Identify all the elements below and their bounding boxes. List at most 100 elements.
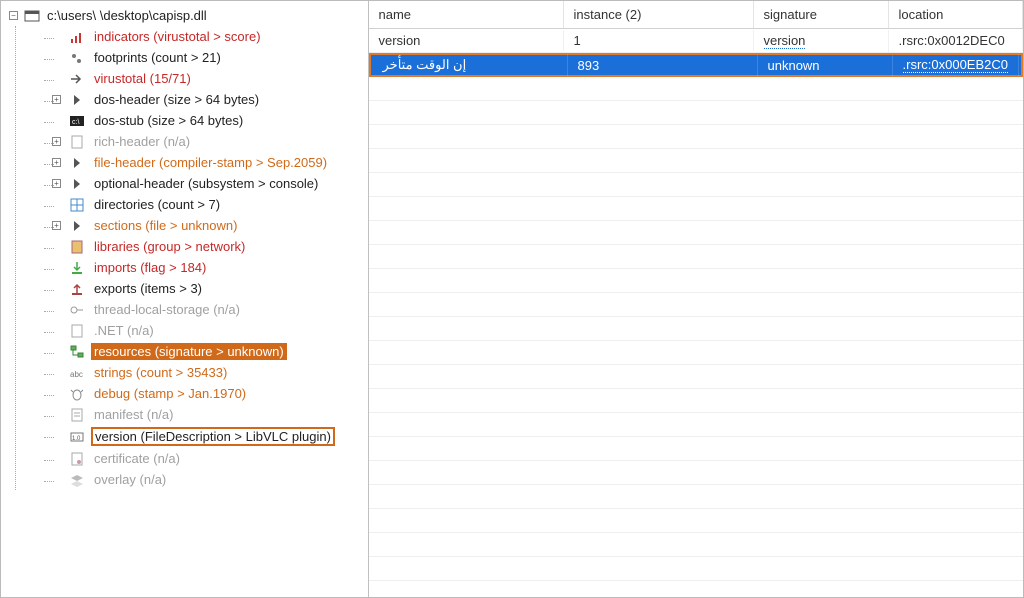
abc-icon: abc <box>69 365 85 381</box>
tree-item-exports[interactable]: exports (items > 3) <box>52 280 366 297</box>
tree-item-label: debug (stamp > Jan.1970) <box>91 385 249 402</box>
book-icon <box>69 239 85 255</box>
leaf-marker <box>52 200 61 209</box>
app-window: − c:\users\ \desktop\capisp.dll indicato… <box>0 0 1024 598</box>
tree-item-directories[interactable]: directories (count > 7) <box>52 196 366 213</box>
expand-icon[interactable]: + <box>52 95 61 104</box>
grid-icon <box>69 197 85 213</box>
tree-item-resources[interactable]: resources (signature > unknown) <box>52 343 366 360</box>
cell-location: .rsrc:0x000EB2C0 <box>893 54 1020 76</box>
table-empty-area <box>369 77 1024 597</box>
tree-item-label: dos-header (size > 64 bytes) <box>91 91 262 108</box>
table-pane: name instance (2) signature location ver… <box>369 1 1024 597</box>
expand-icon[interactable]: + <box>52 221 61 230</box>
tree-item-label: certificate (n/a) <box>91 450 183 467</box>
expand-icon[interactable]: + <box>52 137 61 146</box>
arrow-icon <box>69 71 85 87</box>
leaf-marker <box>52 53 61 62</box>
cell-location: .rsrc:0x0012DEC0 <box>889 30 1024 51</box>
tree-item-dotnet[interactable]: .NET (n/a) <box>52 322 366 339</box>
tree-item-debug[interactable]: debug (stamp > Jan.1970) <box>52 385 366 402</box>
svg-text:abc: abc <box>70 370 83 379</box>
tree-pane: − c:\users\ \desktop\capisp.dll indicato… <box>1 1 369 597</box>
expand-icon[interactable]: + <box>52 179 61 188</box>
cell-instance: 1 <box>564 30 754 51</box>
leaf-marker <box>52 389 61 398</box>
tree-item-label: virustotal (15/71) <box>91 70 194 87</box>
terminal-icon: c:\ <box>69 113 85 129</box>
tree-item-label: version (FileDescription > LibVLC plugin… <box>91 427 335 446</box>
tree-item-label: .NET (n/a) <box>91 322 157 339</box>
column-header-location[interactable]: location <box>889 1 1024 28</box>
tree-item-label: manifest (n/a) <box>91 406 176 423</box>
tree-item-virustotal[interactable]: virustotal (15/71) <box>52 70 366 87</box>
tree-item-libraries[interactable]: libraries (group > network) <box>52 238 366 255</box>
tree-item-label: file-header (compiler-stamp > Sep.2059) <box>91 154 330 171</box>
tree-item-tls[interactable]: thread-local-storage (n/a) <box>52 301 366 318</box>
tree-item-version[interactable]: 1.0 version (FileDescription > LibVLC plu… <box>52 427 366 446</box>
tree-item-opt-header[interactable]: + optional-header (subsystem > console) <box>52 175 366 192</box>
leaf-marker <box>52 263 61 272</box>
tree-item-manifest[interactable]: manifest (n/a) <box>52 406 366 423</box>
tree-root-row[interactable]: − c:\users\ \desktop\capisp.dll <box>7 5 366 26</box>
tree-item-strings[interactable]: abc strings (count > 35433) <box>52 364 366 381</box>
cell-name: إن الوقت متأخر <box>373 54 568 76</box>
leaf-marker <box>52 326 61 335</box>
tree-item-label: indicators (virustotal > score) <box>91 28 264 45</box>
tree-item-dos-header[interactable]: + dos-header (size > 64 bytes) <box>52 91 366 108</box>
tree-item-rich-header[interactable]: + rich-header (n/a) <box>52 133 366 150</box>
tree-item-overlay[interactable]: overlay (n/a) <box>52 471 366 488</box>
leaf-marker <box>52 368 61 377</box>
svg-text:1.0: 1.0 <box>72 436 81 442</box>
tree-item-label: footprints (count > 21) <box>91 49 224 66</box>
tree-item-label: rich-header (n/a) <box>91 133 193 150</box>
page-icon <box>69 323 85 339</box>
tree-item-indicators[interactable]: indicators (virustotal > score) <box>52 28 366 45</box>
leaf-marker <box>52 454 61 463</box>
link-location[interactable]: .rsrc:0x000EB2C0 <box>903 57 1009 73</box>
ver-icon: 1.0 <box>69 429 85 445</box>
cell-signature: version <box>754 30 889 52</box>
key-icon <box>69 302 85 318</box>
column-header-instance[interactable]: instance (2) <box>564 1 754 28</box>
doc-icon <box>69 407 85 423</box>
column-header-name[interactable]: name <box>369 1 564 28</box>
collapse-icon[interactable]: − <box>9 11 18 20</box>
app-icon <box>24 8 40 24</box>
bug-icon <box>69 386 85 402</box>
tree-item-label: overlay (n/a) <box>91 471 169 488</box>
leaf-marker <box>52 410 61 419</box>
table-row[interactable]: version1version.rsrc:0x0012DEC0 <box>369 29 1024 53</box>
leaf-marker <box>52 74 61 83</box>
tree-item-label: strings (count > 35433) <box>91 364 230 381</box>
expand-icon[interactable]: + <box>52 158 61 167</box>
tree-icon <box>69 344 85 360</box>
leaf-marker <box>52 347 61 356</box>
tree-item-label: resources (signature > unknown) <box>91 343 287 360</box>
tree-item-file-header[interactable]: + file-header (compiler-stamp > Sep.2059) <box>52 154 366 171</box>
tree-item-label: optional-header (subsystem > console) <box>91 175 321 192</box>
tree-item-label: imports (flag > 184) <box>91 259 209 276</box>
leaf-marker <box>52 116 61 125</box>
tree-item-certificate[interactable]: certificate (n/a) <box>52 450 366 467</box>
tree-item-imports[interactable]: imports (flag > 184) <box>52 259 366 276</box>
leaf-marker <box>52 32 61 41</box>
layers-icon <box>69 472 85 488</box>
file-path: c:\users\ \desktop\capisp.dll <box>44 7 210 24</box>
leaf-marker <box>52 284 61 293</box>
footprints-icon <box>69 50 85 66</box>
caret-icon <box>69 92 85 108</box>
leaf-marker <box>52 475 61 484</box>
tree-item-dos-stub[interactable]: c:\dos-stub (size > 64 bytes) <box>52 112 366 129</box>
tree-item-label: libraries (group > network) <box>91 238 248 255</box>
leaf-marker <box>52 242 61 251</box>
page-icon <box>69 134 85 150</box>
tree-item-footprints[interactable]: footprints (count > 21) <box>52 49 366 66</box>
tree-item-label: thread-local-storage (n/a) <box>91 301 243 318</box>
column-header-signature[interactable]: signature <box>754 1 889 28</box>
svg-text:c:\: c:\ <box>72 119 79 126</box>
tree-item-sections[interactable]: +sections (file > unknown) <box>52 217 366 234</box>
link-signature[interactable]: version <box>764 33 806 49</box>
caret-icon <box>69 218 85 234</box>
table-row[interactable]: إن الوقت متأخر893unknown.rsrc:0x000EB2C0 <box>369 53 1024 77</box>
